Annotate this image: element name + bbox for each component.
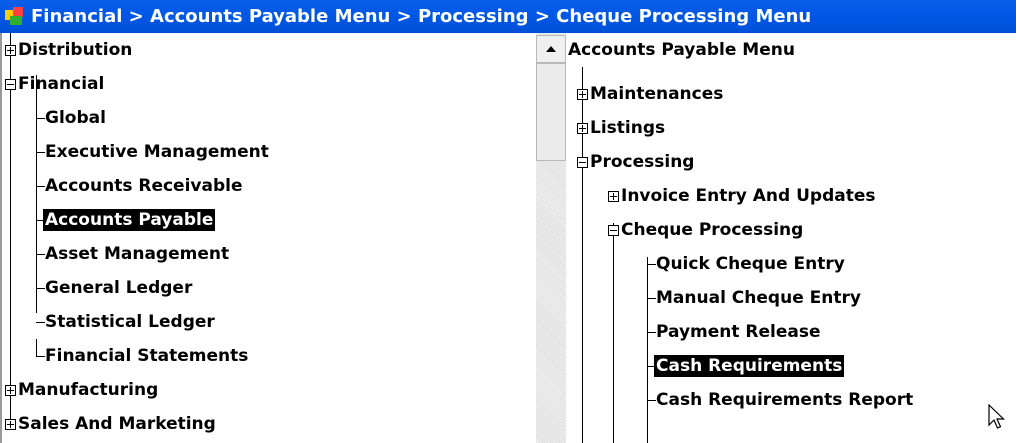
tree-item-asset-management[interactable]: Asset Management — [2, 237, 231, 271]
tree-item-maintenances[interactable]: Maintenances — [566, 77, 725, 111]
tree-item-statistical-ledger[interactable]: Statistical Ledger — [2, 305, 217, 339]
tree-item-label: Distribution — [18, 40, 133, 60]
window-title: Financial > Accounts Payable Menu > Proc… — [31, 6, 812, 27]
tree-item-label: Manufacturing — [18, 380, 159, 400]
tree-item-label: Maintenances — [590, 84, 724, 104]
left-tree-pane[interactable]: Distribution Financial Global Executive … — [0, 33, 538, 443]
mouse-pointer-icon — [988, 404, 1005, 429]
tree-item-executive-management[interactable]: Executive Management — [2, 135, 271, 169]
tree-item-cash-requirements-report[interactable]: Cash Requirements Report — [566, 383, 915, 417]
tree-item-label-selected: Cash Requirements — [654, 355, 845, 377]
scroll-thumb[interactable] — [536, 63, 566, 161]
tree-item-accounts-payable[interactable]: Accounts Payable — [2, 203, 216, 237]
menu-header-label: Accounts Payable Menu — [568, 40, 795, 60]
expand-plus-icon[interactable] — [5, 45, 16, 56]
collapse-minus-icon[interactable] — [608, 225, 619, 236]
tree-item-general-ledger[interactable]: General Ledger — [2, 271, 194, 305]
tree-item-label: Global — [45, 108, 106, 128]
collapse-minus-icon[interactable] — [5, 79, 16, 90]
expand-plus-icon[interactable] — [5, 385, 16, 396]
tree-item-label: Payment Release — [656, 322, 821, 342]
tree-item-manufacturing[interactable]: Manufacturing — [2, 373, 160, 407]
tree-item-financial-statements[interactable]: Financial Statements — [2, 339, 250, 373]
tree-item-invoice-entry-and-updates[interactable]: Invoice Entry And Updates — [566, 179, 878, 213]
tree-item-label: Listings — [590, 118, 666, 138]
app-icon[interactable] — [5, 6, 25, 27]
expand-plus-icon[interactable] — [608, 191, 619, 202]
tree-item-label: Cheque Processing — [621, 220, 804, 240]
tree-item-distribution[interactable]: Distribution — [2, 33, 134, 67]
tree-item-listings[interactable]: Listings — [566, 111, 667, 145]
menu-header: Accounts Payable Menu — [566, 33, 797, 67]
tree-item-label: Cash Requirements Report — [656, 390, 914, 410]
tree-item-quick-cheque-entry[interactable]: Quick Cheque Entry — [566, 247, 847, 281]
title-bar[interactable]: Financial > Accounts Payable Menu > Proc… — [0, 0, 1016, 33]
tree-item-cheque-processing[interactable]: Cheque Processing — [566, 213, 805, 247]
tree-item-processing[interactable]: Processing — [566, 145, 696, 179]
tree-item-global[interactable]: Global — [2, 101, 108, 135]
tree-item-sales-and-marketing[interactable]: Sales And Marketing — [2, 407, 218, 441]
tree-item-label-selected: Accounts Payable — [43, 209, 216, 231]
right-tree-pane[interactable]: Accounts Payable Menu Maintenances Listi… — [566, 33, 1016, 443]
collapse-minus-icon[interactable] — [577, 157, 588, 168]
scroll-up-arrow-icon — [546, 46, 556, 52]
tree-item-label: Sales And Marketing — [18, 414, 216, 434]
expand-plus-icon[interactable] — [5, 419, 16, 430]
tree-item-label: Processing — [590, 152, 695, 172]
tree-item-label: Accounts Receivable — [45, 176, 243, 196]
tree-item-label: Manual Cheque Entry — [656, 288, 861, 308]
tree-item-cash-requirements[interactable]: Cash Requirements — [566, 349, 845, 383]
tree-item-manual-cheque-entry[interactable]: Manual Cheque Entry — [566, 281, 863, 315]
scroll-up-button[interactable] — [536, 35, 566, 63]
expand-plus-icon[interactable] — [577, 123, 588, 134]
tree-item-label: General Ledger — [45, 278, 193, 298]
tree-item-label: Invoice Entry And Updates — [621, 186, 876, 206]
expand-plus-icon[interactable] — [577, 89, 588, 100]
tree-item-payment-release[interactable]: Payment Release — [566, 315, 823, 349]
tree-item-label: Quick Cheque Entry — [656, 254, 845, 274]
tree-item-financial[interactable]: Financial — [2, 67, 106, 101]
tree-item-label: Asset Management — [45, 244, 230, 264]
vertical-scrollbar[interactable] — [536, 33, 566, 443]
tree-item-accounts-receivable[interactable]: Accounts Receivable — [2, 169, 245, 203]
tree-item-label: Statistical Ledger — [45, 312, 215, 332]
tree-item-label: Financial Statements — [45, 346, 249, 366]
tree-item-label: Executive Management — [45, 142, 269, 162]
tree-item-label: Financial — [18, 74, 105, 94]
